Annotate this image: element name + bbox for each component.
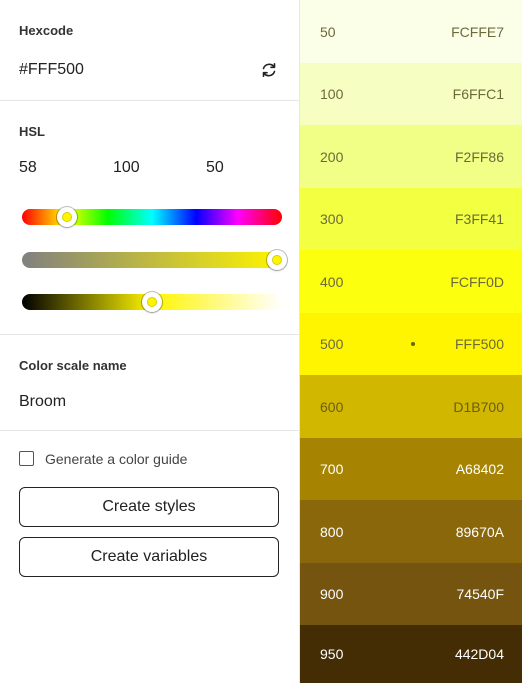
hexcode-label: Hexcode (19, 23, 74, 38)
settings-panel: Hexcode #FFF500 HSL 58 100 50 Color scal… (0, 0, 300, 683)
swatch-50[interactable]: 50 FCFFE7 (300, 0, 522, 63)
saturation-slider-thumb[interactable] (267, 250, 288, 270)
swatch-step-label: 800 (320, 523, 344, 540)
swatch-hex-label: 442D04 (454, 646, 504, 662)
selected-indicator-icon (411, 342, 415, 346)
hue-slider-thumb[interactable] (56, 207, 77, 227)
swatch-step-label: 700 (320, 461, 344, 477)
refresh-icon[interactable] (259, 60, 279, 80)
color-guide-label[interactable]: Generate a color guide (45, 451, 187, 467)
lightness-slider-thumb[interactable] (142, 292, 162, 312)
swatch-step-label: 600 (320, 398, 344, 415)
swatch-800[interactable]: 800 89670A (300, 500, 522, 563)
swatch-step-label: 200 (320, 148, 344, 165)
swatch-600[interactable]: 600 D1B700 (300, 375, 522, 438)
scale-name-input[interactable]: Broom (19, 393, 66, 411)
swatch-step-label: 50 (320, 23, 336, 40)
create-styles-button[interactable]: Create styles (19, 487, 279, 527)
swatch-hex-label: 74540F (456, 586, 504, 602)
swatch-hex-label: 89670A (455, 523, 504, 540)
lightness-slider[interactable] (22, 292, 282, 312)
saturation-value[interactable]: 100 (113, 159, 140, 177)
swatch-hex-label: D1B700 (453, 398, 504, 415)
saturation-slider[interactable] (22, 250, 288, 270)
swatch-400[interactable]: 400 FCFF0D (300, 250, 522, 313)
swatch-100[interactable]: 100 F6FFC1 (300, 63, 522, 125)
hsl-label: HSL (19, 124, 45, 139)
hexcode-input[interactable]: #FFF500 (19, 61, 84, 79)
swatch-step-label: 100 (320, 86, 344, 102)
create-variables-button[interactable]: Create variables (19, 537, 279, 577)
swatch-500[interactable]: 500 FFF500 (300, 313, 522, 375)
swatch-hex-label: F3FF41 (454, 211, 504, 227)
swatch-hex-label: FFF500 (454, 336, 504, 352)
swatch-950[interactable]: 950 442D04 (300, 625, 522, 683)
swatch-step-label: 950 (320, 646, 344, 662)
swatch-200[interactable]: 200 F2FF86 (300, 125, 522, 188)
divider (0, 334, 299, 335)
color-scale-list: 50 FCFFE7 100 F6FFC1 200 F2FF86 300 F3FF41 400 FC… (300, 0, 522, 683)
swatch-hex-label: FCFF0D (450, 273, 504, 290)
swatch-hex-label: A68402 (455, 461, 504, 477)
swatch-700[interactable]: 700 A68402 (300, 438, 522, 500)
scale-name-label: Color scale name (19, 358, 127, 373)
divider (0, 100, 299, 101)
swatch-hex-label: F2FF86 (454, 148, 504, 165)
color-guide-checkbox[interactable] (19, 451, 34, 466)
hue-slider[interactable] (22, 207, 282, 227)
swatch-hex-label: FCFFE7 (451, 23, 504, 40)
divider (0, 430, 299, 431)
swatch-hex-label: F6FFC1 (452, 86, 504, 102)
swatch-step-label: 300 (320, 211, 344, 227)
swatch-900[interactable]: 900 74540F (300, 563, 522, 625)
swatch-step-label: 500 (320, 336, 344, 352)
swatch-step-label: 400 (320, 273, 344, 290)
lightness-value[interactable]: 50 (206, 159, 224, 177)
hue-value[interactable]: 58 (19, 159, 37, 177)
swatch-step-label: 900 (320, 586, 344, 602)
swatch-300[interactable]: 300 F3FF41 (300, 188, 522, 250)
